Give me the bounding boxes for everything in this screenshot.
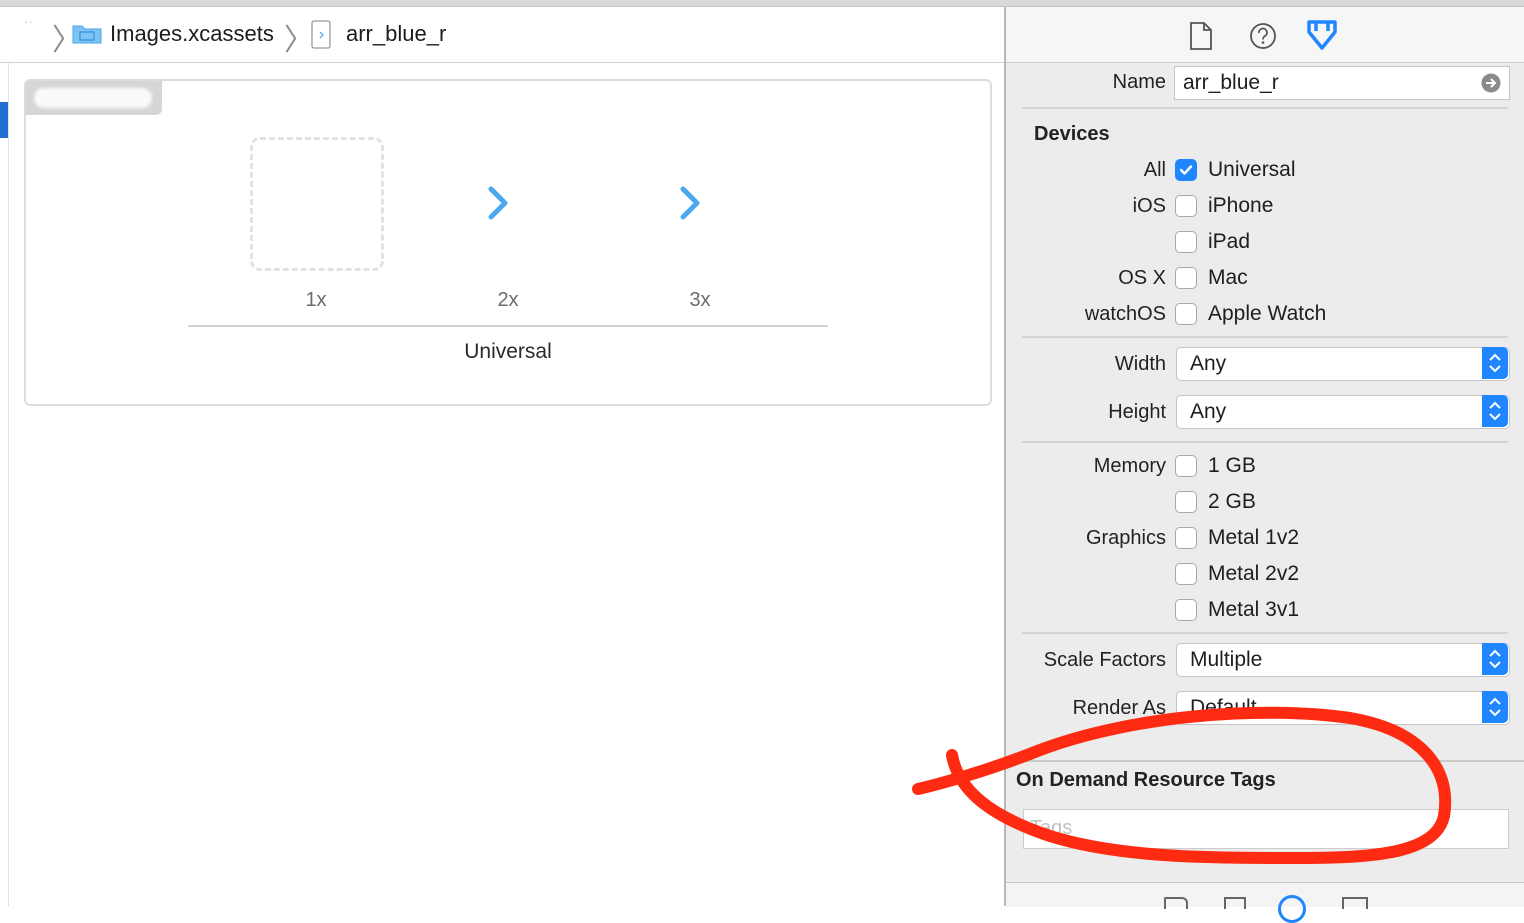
object-library-icon[interactable]: [1278, 895, 1306, 923]
device-group-label: watchOS: [1084, 303, 1166, 325]
metal-1v2-checkbox[interactable]: [1175, 527, 1197, 549]
help-icon[interactable]: [1248, 21, 1278, 51]
popup-stepper-icon: [1482, 691, 1508, 723]
name-value: arr_blue_r: [1183, 71, 1279, 94]
metal-2v2-label[interactable]: Metal 2v2: [1208, 562, 1299, 586]
divider: [1022, 632, 1508, 634]
idiom-label: Universal: [464, 340, 552, 363]
tags-placeholder: Tags: [1030, 817, 1073, 839]
memory-2gb-label[interactable]: 2 GB: [1208, 490, 1256, 514]
ipad-checkbox[interactable]: [1175, 231, 1197, 253]
popup-stepper-icon: [1482, 395, 1508, 427]
universal-checkbox[interactable]: [1175, 159, 1197, 181]
back-dots: ··: [24, 13, 34, 29]
tags-input[interactable]: Tags: [1023, 809, 1509, 849]
render-as-value: Default: [1190, 696, 1257, 719]
device-group-label: iOS: [1132, 195, 1166, 217]
slot-label-1x: 1x: [305, 289, 327, 311]
popup-stepper-icon: [1482, 347, 1508, 379]
breadcrumb-file[interactable]: arr_blue_r: [346, 21, 446, 47]
metal-1v2-label[interactable]: Metal 1v2: [1208, 526, 1299, 550]
on-demand-tags-heading: On Demand Resource Tags: [1016, 769, 1276, 791]
render-as-popup[interactable]: Default: [1176, 691, 1510, 725]
inspector-tab-bar: [1006, 7, 1524, 63]
folder-icon: [72, 22, 102, 44]
arrow-circle-icon[interactable]: [1481, 73, 1501, 93]
chevron-right-icon[interactable]: [484, 183, 514, 223]
popup-stepper-icon: [1482, 643, 1508, 675]
name-field[interactable]: arr_blue_r: [1174, 66, 1510, 100]
slot-label-3x: 3x: [689, 289, 711, 311]
slot-label-2x: 2x: [497, 289, 519, 311]
height-value: Any: [1190, 400, 1227, 423]
height-popup[interactable]: Any: [1176, 395, 1510, 429]
mac-checkbox-label[interactable]: Mac: [1208, 266, 1248, 290]
window-top-strip: [0, 0, 1524, 7]
media-library-icon[interactable]: [1342, 897, 1368, 909]
chevron-right-icon[interactable]: [676, 183, 706, 223]
library-tab-bar: [1006, 882, 1524, 923]
ipad-checkbox-label[interactable]: iPad: [1208, 230, 1250, 254]
attributes-icon[interactable]: [1306, 18, 1338, 52]
memory-2gb-checkbox[interactable]: [1175, 491, 1197, 513]
code-snippet-icon[interactable]: [1224, 897, 1246, 909]
universal-checkbox-label[interactable]: Universal: [1208, 158, 1296, 182]
slot-1x-drop-well[interactable]: [250, 137, 384, 271]
apple-watch-checkbox-label[interactable]: Apple Watch: [1208, 302, 1326, 326]
memory-1gb-label[interactable]: 1 GB: [1208, 454, 1256, 478]
outline-gutter: [0, 63, 9, 906]
divider: [1022, 336, 1508, 338]
metal-2v2-checkbox[interactable]: [1175, 563, 1197, 585]
iphone-checkbox[interactable]: [1175, 195, 1197, 217]
file-template-icon[interactable]: [1164, 897, 1188, 909]
metal-3v1-checkbox[interactable]: [1175, 599, 1197, 621]
apple-watch-checkbox[interactable]: [1175, 303, 1197, 325]
scale-factors-label: Scale Factors: [1043, 649, 1166, 671]
metal-3v1-label[interactable]: Metal 3v1: [1208, 598, 1299, 622]
height-label: Height: [1108, 401, 1166, 423]
divider: [1022, 441, 1508, 443]
device-group-label: OS X: [1118, 267, 1166, 289]
iphone-checkbox-label[interactable]: iPhone: [1208, 194, 1273, 218]
width-value: Any: [1190, 352, 1227, 375]
scale-factors-value: Multiple: [1190, 648, 1263, 671]
scale-factors-popup[interactable]: Multiple: [1176, 643, 1510, 677]
device-group-label: All: [1143, 159, 1166, 181]
name-label: Name: [1112, 71, 1166, 93]
memory-1gb-checkbox[interactable]: [1175, 455, 1197, 477]
render-as-label: Render As: [1072, 697, 1166, 719]
section-separator: [1006, 760, 1524, 762]
outline-selection-marker[interactable]: [0, 102, 8, 138]
checkmark-icon: [1179, 165, 1193, 175]
mac-checkbox[interactable]: [1175, 267, 1197, 289]
memory-label: Memory: [1093, 455, 1166, 477]
image-set-icon: [310, 20, 332, 50]
redacted-name: [34, 88, 152, 108]
width-popup[interactable]: Any: [1176, 347, 1510, 381]
divider: [1022, 107, 1508, 109]
slot-divider: [188, 325, 828, 327]
devices-heading: Devices: [1034, 123, 1110, 145]
breadcrumb-folder[interactable]: Images.xcassets: [110, 21, 274, 47]
graphics-label: Graphics: [1085, 527, 1166, 549]
jump-bar: ·· 〉 Images.xcassets 〉 arr_blue_r: [0, 7, 1004, 63]
file-icon[interactable]: [1188, 21, 1214, 51]
width-label: Width: [1114, 353, 1166, 375]
